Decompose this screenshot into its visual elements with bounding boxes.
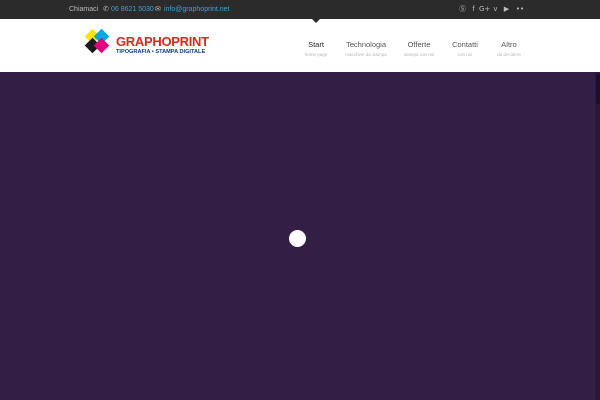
nav-item-technologia[interactable]: Technologia macchine da stampa — [339, 40, 393, 58]
flickr-icon[interactable]: •• — [512, 4, 528, 15]
logo-wordmark: GRAPHOPRINT — [116, 34, 209, 49]
active-nav-caret — [312, 19, 320, 23]
nav-item-label: Technologia — [345, 40, 387, 49]
top-bar: Chiamaci ✆ 06 8621 5030 ✉ info@graphopri… — [0, 0, 600, 19]
scrollbar-thumb[interactable] — [596, 74, 600, 104]
nav-item-sub: macchine da stampa — [345, 52, 387, 57]
nav-item-sub: home page — [304, 52, 328, 57]
phone-icon: ✆ — [103, 6, 109, 13]
site-logo[interactable]: GRAPHOPRINT TIPOGRAFIA • STAMPA DIGITALE — [82, 27, 209, 65]
nav-item-sub: con noi — [457, 52, 473, 57]
nav-item-offerte[interactable]: Offerte stampa con noi — [400, 40, 438, 58]
loading-spinner — [289, 230, 306, 247]
youtube-icon[interactable]: ▶ — [501, 4, 512, 15]
scrollbar-track[interactable] — [595, 72, 600, 400]
nav-item-sub: stampa con noi — [403, 52, 435, 57]
cmyk-squares-icon — [84, 28, 110, 54]
phone-link[interactable]: 06 8621 5030 — [111, 5, 154, 14]
nav-item-label: Offerte — [407, 40, 431, 49]
google-plus-icon[interactable]: G+ — [479, 4, 490, 15]
facebook-icon[interactable]: f — [468, 4, 479, 15]
nav-item-label: Start — [308, 40, 324, 49]
email-link[interactable]: info@graphoprint.net — [164, 5, 229, 14]
skype-icon[interactable]: Ⓢ — [457, 4, 468, 15]
nav-item-label: Altro — [501, 40, 517, 49]
nav-item-sub: da decidere — [497, 52, 521, 57]
nav-item-contatti[interactable]: Contatti con noi — [448, 40, 482, 58]
vimeo-icon[interactable]: v — [490, 4, 501, 15]
email-icon: ✉ — [155, 6, 161, 13]
nav-item-label: Contatti — [452, 40, 478, 49]
logo-tagline: TIPOGRAFIA • STAMPA DIGITALE — [116, 49, 206, 55]
call-label: Chiamaci — [69, 6, 99, 13]
site-header: GRAPHOPRINT TIPOGRAFIA • STAMPA DIGITALE… — [0, 19, 600, 72]
social-icons: Ⓢ f G+ v ▶ •• — [457, 4, 528, 15]
nav-item-start[interactable]: Start home page — [303, 40, 329, 58]
nav-item-altro[interactable]: Altro da decidere — [492, 40, 526, 58]
